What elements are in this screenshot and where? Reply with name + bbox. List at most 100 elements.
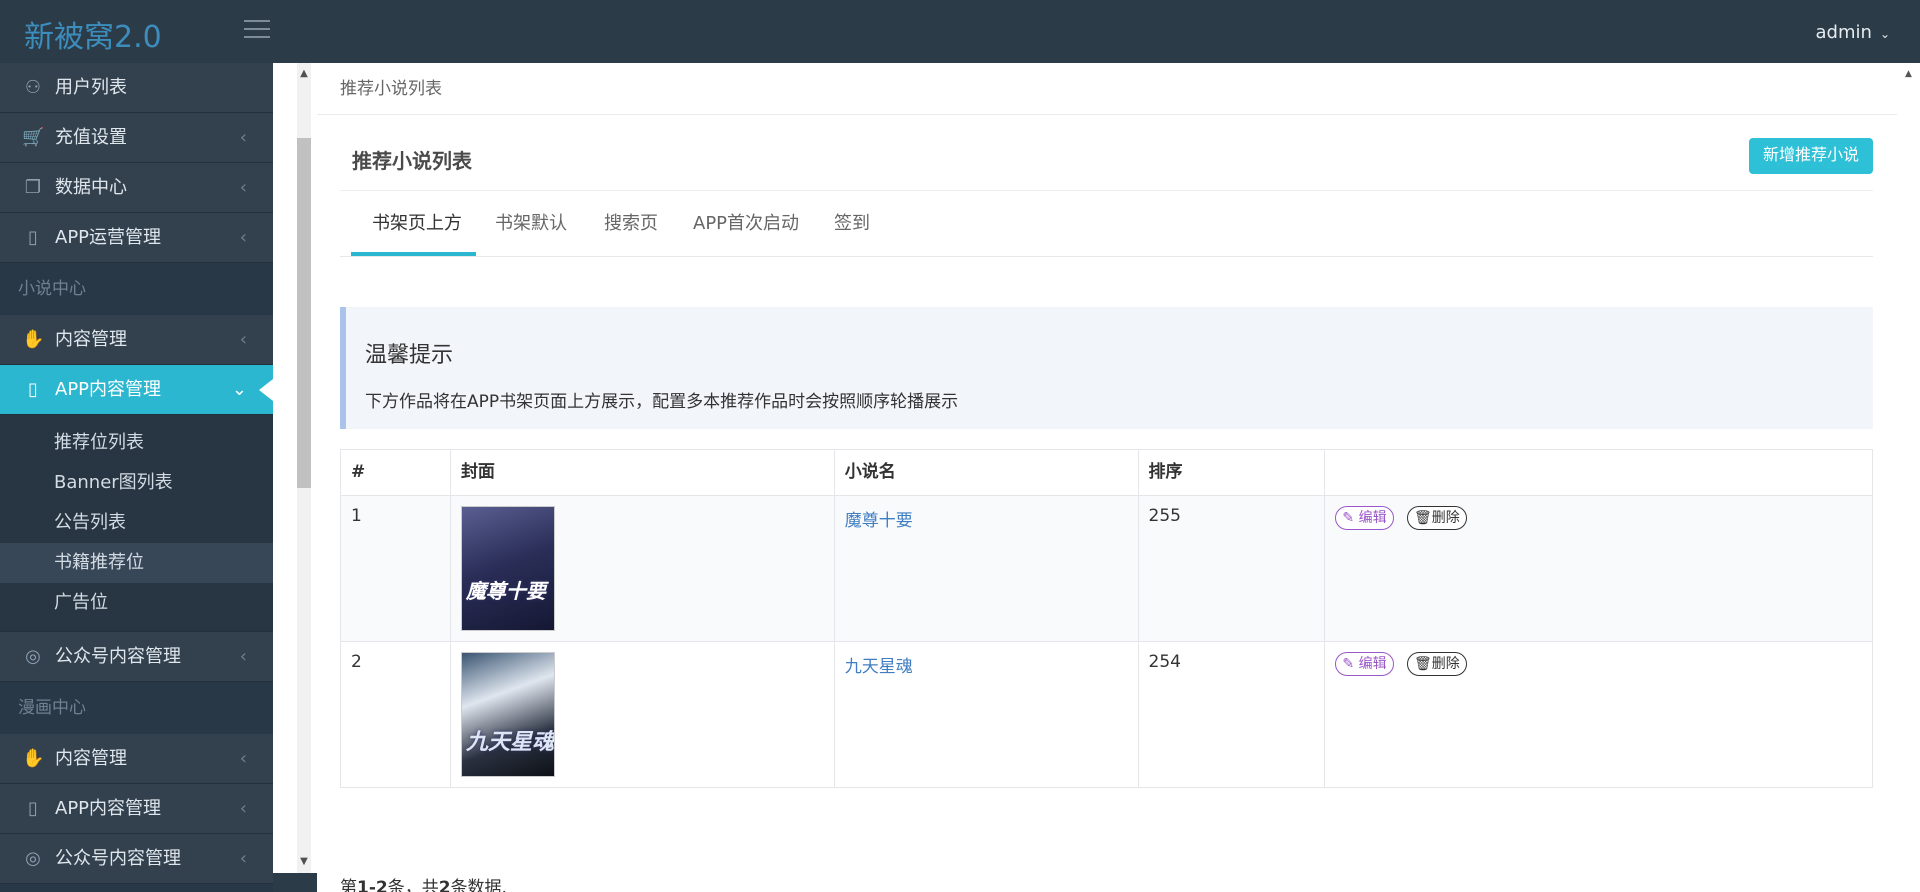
trash-icon: 🗑 (1413, 510, 1432, 526)
sidebar-item-label: 内容管理 (55, 748, 127, 769)
cover-title: 魔尊十要 (465, 579, 546, 603)
sidebar: ⚇ 用户列表 🛒 充值设置 ‹ ❐ 数据中心 ‹ ▯ APP运营管理 ‹ 小说中… (0, 63, 273, 892)
chevron-left-icon: ‹ (239, 127, 247, 148)
chevron-left-icon: ‹ (239, 329, 247, 350)
tab-shelf-top[interactable]: 书架页上方 (372, 191, 462, 257)
mobile-icon: ▯ (28, 379, 38, 400)
sidebar-item-label: 公众号内容管理 (55, 848, 181, 869)
user-name: admin (1815, 22, 1872, 43)
cart-icon: 🛒 (22, 127, 45, 148)
page-scrollbar[interactable]: ▲ (1897, 63, 1920, 892)
tab-app-first-launch[interactable]: APP首次启动 (693, 191, 799, 257)
active-tab-indicator (351, 252, 476, 256)
column-header-actions (1324, 449, 1873, 496)
mobile-icon: ▯ (28, 798, 38, 819)
column-header-index: # (340, 449, 451, 496)
column-header-name: 小说名 (833, 449, 1139, 496)
sidebar-item-comic-app[interactable]: ▯ APP内容管理 ‹ (0, 784, 273, 834)
row-name-cell: 魔尊十要 (833, 495, 1139, 642)
user-menu[interactable]: admin ⌄ (1816, 22, 1890, 43)
novel-name-link[interactable]: 魔尊十要 (845, 511, 913, 531)
app-logo[interactable]: 新被窝2.0 (24, 12, 162, 56)
page-title: 推荐小说列表 (352, 149, 472, 173)
sidebar-subitem-ad-slot[interactable]: 广告位 (0, 583, 273, 623)
hand-icon: ✋ (22, 329, 45, 350)
mobile-icon: ▯ (28, 227, 38, 248)
sidebar-item-recharge[interactable]: 🛒 充值设置 ‹ (0, 113, 273, 163)
sidebar-item-label: APP内容管理 (55, 798, 162, 819)
active-indicator (259, 379, 273, 401)
sidebar-submenu: 推荐位列表 Banner图列表 公告列表 书籍推荐位 广告位 (0, 415, 273, 632)
footer-strip (273, 873, 317, 892)
book-cover-image: 九天星魂 (460, 652, 555, 777)
list-panel: 推荐小说列表 新增推荐小说 书架页上方 书架默认 搜索页 APP首次启动 签到 … (340, 125, 1873, 892)
delete-label: 删除 (1431, 656, 1460, 672)
sidebar-subitem-recommend-list[interactable]: 推荐位列表 (0, 423, 273, 463)
chevron-left-icon: ‹ (239, 798, 247, 819)
chevron-left-icon: ‹ (239, 177, 247, 198)
chevron-left-icon: ‹ (239, 848, 247, 869)
hand-icon: ✋ (22, 748, 45, 769)
sidebar-item-label: 用户列表 (55, 77, 127, 98)
sidebar-item-app-ops[interactable]: ▯ APP运营管理 ‹ (0, 213, 273, 263)
tip-text: 下方作品将在APP书架页面上方展示，配置多本推荐作品时会按照顺序轮播展示 (365, 392, 959, 412)
sidebar-item-comic-content[interactable]: ✋ 内容管理 ‹ (0, 734, 273, 784)
column-header-sort: 排序 (1137, 449, 1326, 496)
sidebar-item-novel-app-content[interactable]: ▯ APP内容管理 ⌄ (0, 365, 273, 415)
trash-icon: 🗑 (1413, 656, 1432, 672)
novel-name-link[interactable]: 九天星魂 (845, 657, 913, 677)
scroll-down-icon[interactable]: ▼ (297, 856, 311, 867)
delete-button[interactable]: 🗑删除 (1406, 652, 1467, 676)
chevron-down-icon: ⌄ (231, 379, 247, 400)
chevron-left-icon: ‹ (239, 646, 247, 667)
sidebar-section-comic: 漫画中心 (0, 682, 273, 734)
sidebar-subitem-banner-list[interactable]: Banner图列表 (0, 463, 273, 503)
breadcrumb: 推荐小说列表 (317, 63, 1897, 115)
table-header-row: # 封面 小说名 排序 (340, 449, 1873, 496)
edit-label: 编辑 (1358, 656, 1387, 672)
top-header: 新被窝2.0 admin ⌄ (0, 0, 1920, 63)
sidebar-item-data-center[interactable]: ❐ 数据中心 ‹ (0, 163, 273, 213)
delete-button[interactable]: 🗑删除 (1406, 506, 1467, 530)
recommend-table: # 封面 小说名 排序 1 魔尊十要 魔尊十要 255 ✎ 编辑 🗑删除 2 九… (340, 449, 1873, 788)
row-index: 1 (340, 495, 451, 642)
summary-range: 1-2 (357, 878, 388, 892)
edit-label: 编辑 (1358, 510, 1387, 526)
row-actions: ✎ 编辑 🗑删除 (1324, 495, 1873, 642)
sidebar-item-users[interactable]: ⚇ 用户列表 (0, 63, 273, 113)
sidebar-section-novel: 小说中心 (0, 263, 273, 315)
edit-button[interactable]: ✎ 编辑 (1335, 652, 1394, 676)
summary-mid: 条，共 (387, 878, 439, 892)
compass-icon: ◎ (25, 646, 41, 667)
sidebar-item-label: 内容管理 (55, 329, 127, 350)
compass-icon: ◎ (25, 848, 41, 869)
edit-icon: ✎ (1342, 510, 1355, 526)
add-recommend-button[interactable]: 新增推荐小说 (1748, 138, 1873, 174)
sidebar-subitem-notice-list[interactable]: 公告列表 (0, 503, 273, 543)
tip-callout: 温馨提示 下方作品将在APP书架页面上方展示，配置多本推荐作品时会按照顺序轮播展… (340, 307, 1873, 429)
sidebar-item-label: APP运营管理 (55, 227, 162, 248)
row-name-cell: 九天星魂 (833, 641, 1139, 788)
menu-toggle-icon[interactable] (244, 20, 270, 42)
tab-search-page[interactable]: 搜索页 (604, 191, 658, 257)
sidebar-item-novel-wechat[interactable]: ◎ 公众号内容管理 ‹ (0, 632, 273, 682)
sidebar-item-comic-wechat[interactable]: ◎ 公众号内容管理 ‹ (0, 834, 273, 884)
sidebar-scrollbar-thumb[interactable] (297, 138, 311, 488)
chevron-down-icon: ⌄ (1879, 27, 1890, 41)
sidebar-item-novel-content[interactable]: ✋ 内容管理 ‹ (0, 315, 273, 365)
summary-total: 2 (438, 878, 451, 892)
row-cover-cell: 九天星魂 (449, 641, 835, 788)
tab-shelf-default[interactable]: 书架默认 (495, 191, 567, 257)
row-cover-cell: 魔尊十要 (449, 495, 835, 642)
scroll-up-icon[interactable]: ▲ (1905, 69, 1912, 79)
table-row: 2 九天星魂 九天星魂 254 ✎ 编辑 🗑删除 (340, 641, 1873, 788)
edit-button[interactable]: ✎ 编辑 (1335, 506, 1394, 530)
sidebar-subitem-book-recommend[interactable]: 书籍推荐位 (0, 543, 273, 583)
column-header-cover: 封面 (449, 449, 835, 496)
delete-label: 删除 (1431, 510, 1460, 526)
tab-checkin[interactable]: 签到 (834, 191, 870, 257)
user-icon: ⚇ (24, 77, 42, 98)
summary-prefix: 第 (340, 878, 357, 892)
scroll-up-icon[interactable]: ▲ (297, 68, 311, 79)
copy-icon: ❐ (24, 177, 42, 198)
